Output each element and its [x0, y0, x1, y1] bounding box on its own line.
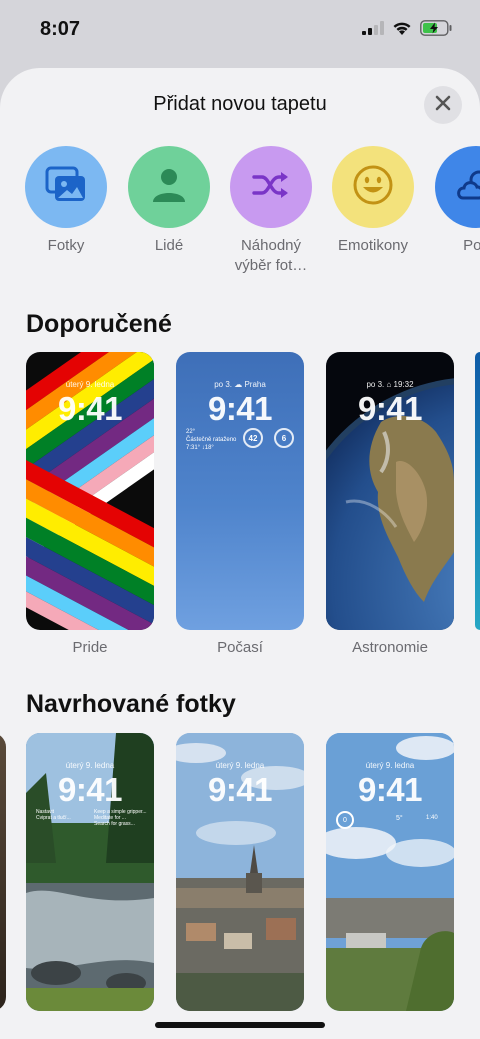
lock-time: 9:41 — [207, 390, 273, 427]
lock-time: 9:41 — [357, 390, 423, 427]
battery-charging-icon — [420, 20, 452, 41]
sheet-title: Přidat novou tapetu — [153, 93, 327, 115]
weather-sub: 7:31° ↓18° — [186, 445, 214, 451]
category-shuffle-label: Náhodný výběr fot… — [234, 237, 308, 274]
add-wallpaper-sheet: Přidat novou tapetu Fotky Lidé Náhodný v… — [0, 68, 480, 1039]
lock-date: úterý 9. ledna — [65, 761, 115, 770]
category-people-circle — [128, 146, 210, 228]
lock-time: 9:41 — [57, 390, 123, 427]
category-emoji-label: Emotikony — [337, 237, 409, 254]
weather-widget: 22° Částečně rataženo 7:31° ↓18° — [186, 428, 236, 452]
wallpaper-card-astronomy[interactable]: po 3. ⌂ 19:32 9:41 — [326, 352, 454, 630]
category-photos-label: Fotky — [47, 237, 85, 254]
suggested-title: Navrhované fotky — [26, 690, 236, 718]
close-button[interactable] — [424, 86, 462, 124]
weather-gauge-1: 42 — [243, 428, 263, 448]
status-icons — [362, 20, 452, 41]
weather-temp: 22° — [186, 429, 196, 435]
lock-time: 9:41 — [57, 771, 123, 808]
photo-card-peek[interactable] — [0, 733, 6, 1011]
category-row: Fotky Lidé Náhodný výběr fot… Emotikony … — [0, 146, 480, 296]
weather-gauge-2: 6 — [274, 428, 294, 448]
lock-date: úterý 9. ledna — [365, 761, 415, 770]
reminders-widget-right: Keep a simple gripper... Meditate for ..… — [94, 809, 147, 827]
lock-time: 9:41 — [357, 771, 423, 808]
category-weather-label: Poč — [463, 237, 480, 254]
wallpaper-label-weather: Počasí — [217, 639, 263, 656]
recommended-title: Doporučené — [26, 310, 172, 338]
wallpaper-card-pride[interactable]: úterý 9. ledna 9:41 — [26, 352, 154, 630]
category-emoji[interactable]: Emotikony — [323, 146, 423, 256]
reminder-5: Search for grass... — [94, 821, 135, 827]
photos-icon — [44, 166, 88, 209]
close-icon — [435, 95, 451, 116]
wallpaper-card-weather[interactable]: po 3. ☁ Praha 9:41 22° Částečně rataženo… — [176, 352, 304, 630]
person-icon — [150, 166, 188, 209]
category-shuffle-circle — [230, 146, 312, 228]
signal-icon — [362, 21, 384, 40]
landscape-widget-3: 1:40 — [426, 815, 438, 821]
status-time: 8:07 — [40, 18, 81, 40]
photo-card-forest[interactable]: úterý 9. ledna 9:41 Nastavit Cviprat a t… — [26, 733, 154, 1011]
category-photos[interactable]: Fotky — [16, 146, 116, 256]
lock-date: úterý 9. ledna — [215, 761, 265, 770]
wifi-icon — [392, 21, 412, 41]
weather-icon — [455, 168, 480, 207]
status-bar: 8:07 — [0, 0, 480, 62]
home-indicator[interactable] — [155, 1022, 325, 1028]
lock-time: 9:41 — [207, 771, 273, 808]
category-people-label: Lidé — [154, 237, 184, 254]
reminders-widget-left: Nastavit Cviprat a tlučí... — [36, 809, 71, 821]
lock-date: po 3. ☁ Praha — [214, 380, 266, 389]
category-photos-circle — [25, 146, 107, 228]
shuffle-icon — [251, 168, 291, 207]
reminder-2: Cviprat a tlučí... — [36, 815, 71, 821]
photo-card-city[interactable]: úterý 9. ledna 9:41 — [176, 733, 304, 1011]
wallpaper-label-astronomy: Astronomie — [352, 639, 428, 656]
lock-date: úterý 9. ledna — [65, 380, 115, 389]
weather-text: Částečně rataženo — [186, 437, 237, 443]
emoji-icon — [352, 164, 394, 211]
landscape-widget-1: 0 — [336, 811, 354, 829]
landscape-widget-2: 5° — [396, 815, 403, 822]
photo-card-landscape[interactable]: úterý 9. ledna 9:41 0 5° 1:40 — [326, 733, 454, 1011]
lock-date: po 3. ⌂ 19:32 — [366, 380, 414, 389]
wallpaper-label-pride: Pride — [72, 639, 108, 656]
wallpaper-card-peek[interactable] — [475, 352, 480, 630]
category-weather[interactable]: Poč — [426, 146, 480, 256]
category-weather-circle — [435, 146, 480, 228]
category-emoji-circle — [332, 146, 414, 228]
category-people[interactable]: Lidé — [119, 146, 219, 256]
category-shuffle[interactable]: Náhodný výběr fot… — [221, 146, 321, 276]
